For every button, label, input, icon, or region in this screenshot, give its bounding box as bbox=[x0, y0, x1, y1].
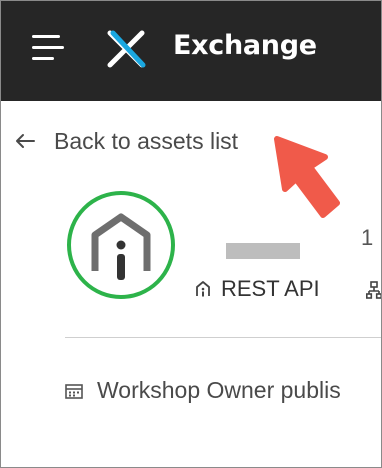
asset-type: REST API bbox=[195, 276, 320, 302]
asset-name-redacted bbox=[226, 243, 300, 259]
asset-icon bbox=[67, 191, 175, 299]
back-link-label: Back to assets list bbox=[54, 127, 239, 154]
organization-icon bbox=[366, 281, 381, 299]
asset-version-partial: 1 bbox=[361, 225, 374, 250]
publisher-info: Workshop Owner publis bbox=[65, 377, 341, 404]
exchange-window: Exchange Back to assets list 1 REST API bbox=[0, 0, 382, 468]
asset-type-label: REST API bbox=[221, 276, 320, 301]
publisher-label: Workshop Owner publis bbox=[97, 377, 341, 403]
hamburger-menu-icon[interactable] bbox=[30, 31, 66, 67]
calendar-icon bbox=[65, 383, 83, 399]
red-pointer-arrow-icon bbox=[274, 136, 340, 218]
api-type-icon bbox=[196, 281, 210, 297]
api-house-icon bbox=[91, 213, 151, 280]
app-title[interactable]: Exchange bbox=[173, 30, 317, 61]
arrow-left-icon bbox=[16, 134, 35, 148]
back-to-assets-link[interactable]: Back to assets list bbox=[14, 125, 238, 157]
section-divider bbox=[65, 337, 381, 338]
top-navigation-bar: Exchange bbox=[1, 1, 381, 101]
exchange-logo-icon[interactable] bbox=[104, 29, 148, 69]
